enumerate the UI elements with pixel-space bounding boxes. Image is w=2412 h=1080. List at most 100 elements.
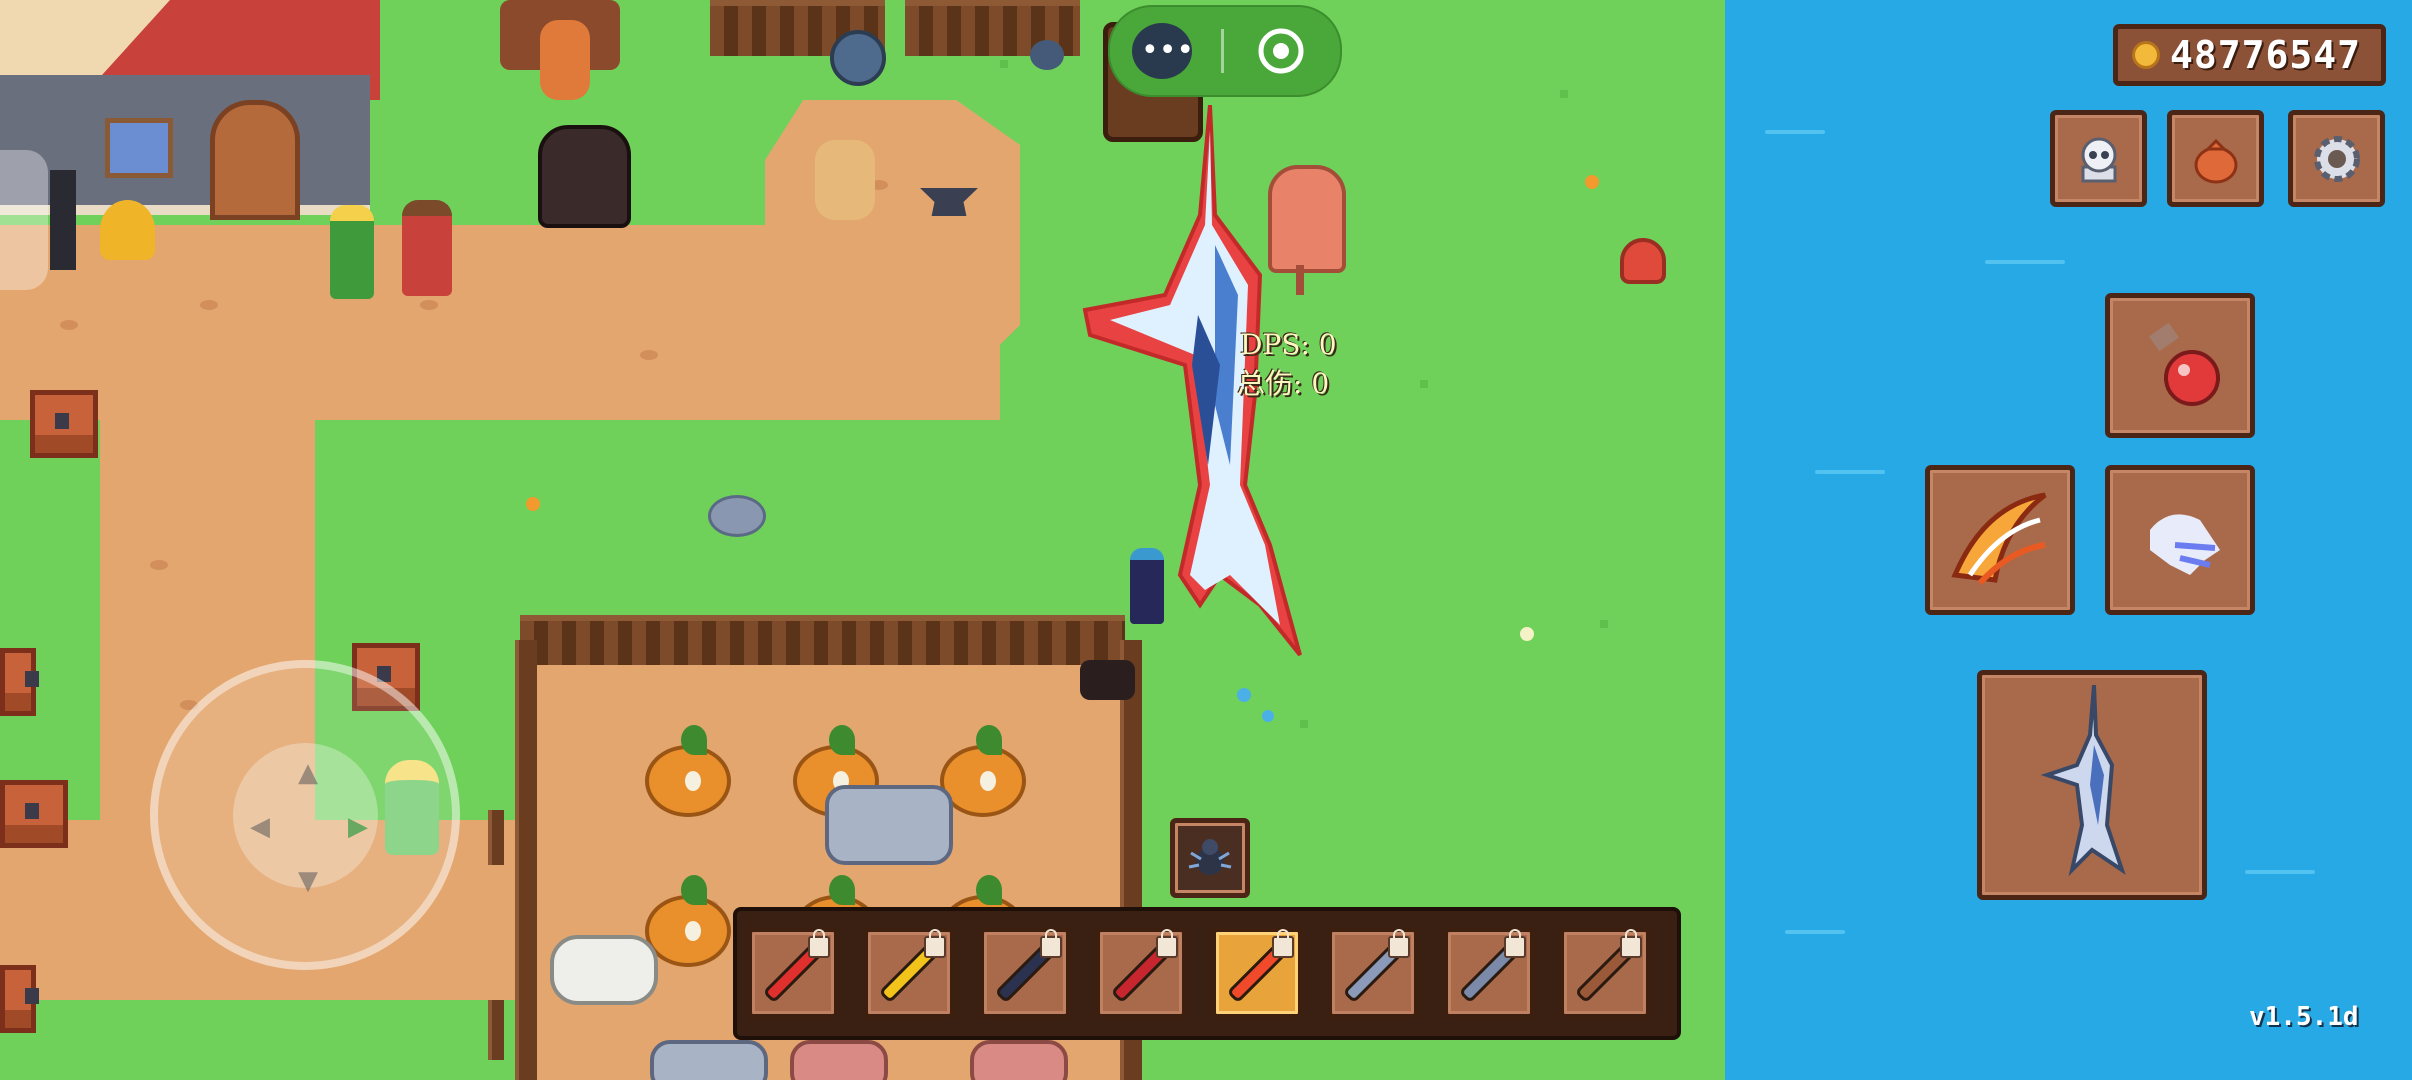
hotbar-slot[interactable]: [1211, 927, 1303, 1019]
forge-furnace[interactable]: [538, 125, 631, 228]
lock-icon: [1040, 929, 1062, 958]
lock-icon: [1504, 929, 1526, 958]
skull-button[interactable]: [2050, 110, 2147, 207]
lock-icon: [924, 929, 946, 958]
cow[interactable]: [650, 1040, 768, 1080]
wave: [1815, 470, 1885, 474]
dirt-path: [765, 100, 1020, 400]
grass-tuft: [1000, 60, 1008, 68]
fire-claw-icon: [1951, 492, 2047, 586]
equipped-weapon-slot[interactable]: [1977, 670, 2207, 900]
grass-tuft: [1600, 620, 1608, 628]
pet-button[interactable]: [1170, 818, 1250, 898]
close-button[interactable]: [1257, 27, 1305, 75]
lock-icon: [1156, 929, 1178, 958]
rock[interactable]: [708, 495, 766, 537]
potion-skill-button[interactable]: [2105, 293, 2255, 438]
treasure-chest[interactable]: [0, 965, 39, 1033]
cow[interactable]: [825, 785, 953, 865]
dps-readout: DPS: 0: [1240, 328, 1337, 361]
pumpkin-crop[interactable]: [645, 875, 731, 967]
weapon-hotbar: [733, 907, 1681, 1040]
grass-tuft: [1300, 720, 1308, 728]
hotbar-slot[interactable]: [1095, 927, 1187, 1019]
path-pebble: [420, 300, 438, 310]
lock-icon: [1620, 929, 1642, 958]
mushroom[interactable]: [1620, 238, 1666, 284]
treasure-chest[interactable]: [0, 648, 39, 716]
hotbar-slot[interactable]: [1559, 927, 1651, 1019]
flower: [1585, 175, 1599, 189]
door-frame: [50, 170, 76, 270]
joystick-down-arrow-icon: ▼: [298, 866, 318, 896]
lock-icon: [1388, 929, 1410, 958]
capsule-divider: [1221, 29, 1224, 73]
wave: [1765, 130, 1825, 134]
pumpkin-crop[interactable]: [645, 725, 731, 817]
farmer-npc[interactable]: [402, 200, 452, 296]
total-damage-readout: 总伤: 0: [1237, 367, 1330, 400]
version-label: v1.5.1d: [2249, 1002, 2359, 1032]
treasure-chest[interactable]: [0, 780, 68, 848]
grass-tuft: [1420, 380, 1428, 388]
fence-post: [488, 1000, 504, 1060]
sheep[interactable]: [550, 935, 658, 1005]
coin-icon: [2132, 41, 2160, 69]
coin-value: 48776547: [2170, 33, 2362, 77]
joystick-right-arrow-icon: ▶: [348, 812, 368, 842]
record-icon: [1258, 28, 1304, 74]
flower: [1262, 710, 1274, 722]
game-world[interactable]: DPS: 0 总伤: 0 ▲ ▼ ◀ ▶ •••: [0, 0, 1725, 1080]
blacksmith-npc[interactable]: [815, 140, 875, 220]
lock-icon: [1272, 929, 1294, 958]
swordfish-weapon-icon: [2040, 685, 2126, 877]
hotbar-slot[interactable]: [747, 927, 839, 1019]
farm-fence-left: [515, 640, 537, 1080]
pig[interactable]: [970, 1040, 1068, 1080]
virtual-joystick[interactable]: ▲ ▼ ◀ ▶: [150, 660, 460, 970]
joystick-left-arrow-icon: ◀: [250, 812, 270, 842]
treasure-chest[interactable]: [30, 390, 98, 458]
house-window: [105, 118, 173, 178]
inventory-bag-button[interactable]: [2167, 110, 2264, 207]
ghost-dash-skill-button[interactable]: [2105, 465, 2255, 615]
bag-icon: [2194, 138, 2237, 183]
wave: [1785, 930, 1845, 934]
gear-icon: [2313, 135, 2360, 182]
hotbar-slot[interactable]: [863, 927, 955, 1019]
hotbar-slot[interactable]: [1443, 927, 1535, 1019]
flower: [1237, 688, 1251, 702]
grass-tuft: [1560, 90, 1568, 98]
shadow-creature[interactable]: [1080, 660, 1135, 700]
barrel-shield: [830, 30, 886, 86]
elf-npc[interactable]: [330, 205, 374, 299]
path-pebble: [640, 350, 658, 360]
fox-npc[interactable]: [540, 20, 590, 100]
player-character[interactable]: [1130, 548, 1164, 624]
wave: [2245, 870, 2315, 874]
spider-pet-icon: [1188, 839, 1232, 875]
path-pebble: [150, 560, 168, 570]
mini-program-capsule: •••: [1108, 5, 1342, 97]
hotbar-slot[interactable]: [979, 927, 1071, 1019]
more-button[interactable]: •••: [1132, 23, 1195, 79]
side-drawer-tab[interactable]: [0, 150, 48, 290]
lock-icon: [808, 929, 830, 958]
pig[interactable]: [790, 1040, 888, 1080]
house-door[interactable]: [210, 100, 300, 220]
trophy[interactable]: [100, 200, 155, 260]
flower: [526, 497, 540, 511]
coin-counter: 48776547: [2113, 24, 2386, 86]
path-pebble: [200, 300, 218, 310]
path-pebble: [60, 320, 78, 330]
skull-icon: [2081, 137, 2116, 182]
more-icon: •••: [1141, 33, 1195, 68]
settings-button[interactable]: [2288, 110, 2385, 207]
pot: [1030, 40, 1064, 70]
wave: [1985, 260, 2065, 264]
hotbar-slot[interactable]: [1327, 927, 1419, 1019]
fire-claw-skill-button[interactable]: [1925, 465, 2075, 615]
farm-fence-top: [520, 615, 1125, 665]
joystick-up-arrow-icon: ▲: [298, 758, 318, 788]
fence-post: [488, 810, 504, 865]
